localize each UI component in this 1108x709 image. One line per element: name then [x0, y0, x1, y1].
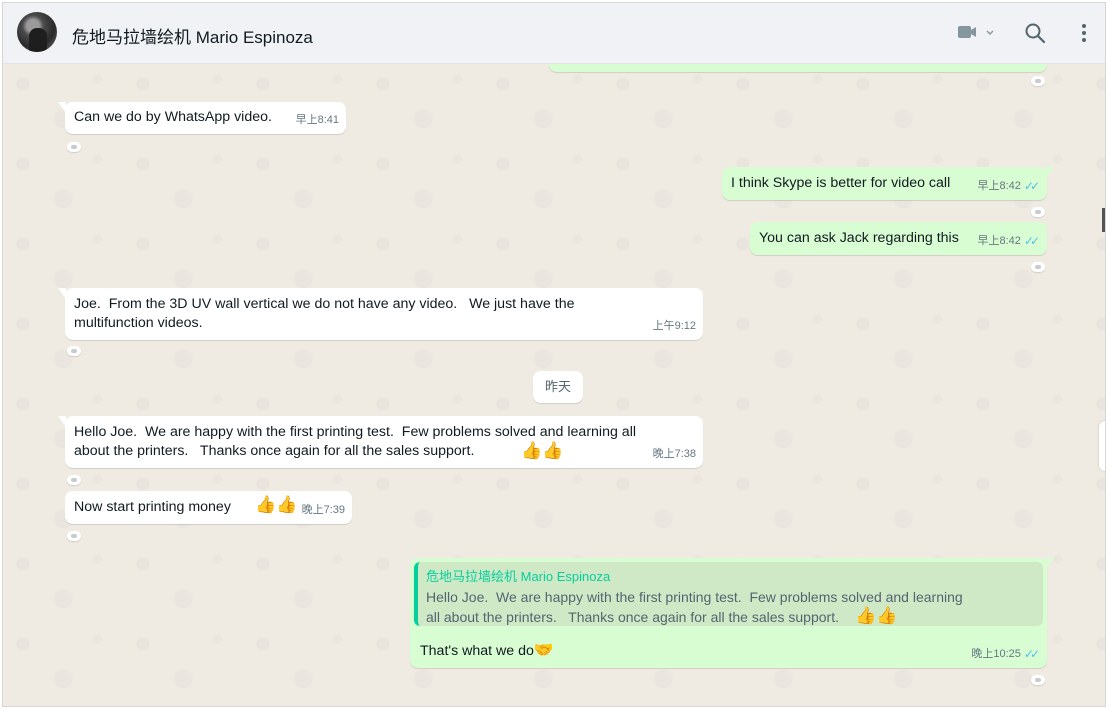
message-text: I think Skype is better for video call [731, 175, 951, 191]
thumbs-up-icon: 👍👍 [521, 441, 564, 461]
handshake-icon: 🤝 [533, 640, 554, 659]
message-time: 晚上7:38 [652, 448, 696, 460]
reaction-placeholder[interactable] [67, 475, 81, 485]
chat-title[interactable]: 危地马拉墙绘机 Mario Espinoza [72, 23, 313, 48]
reaction-placeholder[interactable] [1031, 207, 1045, 217]
message-text: Can we do by WhatsApp video. [74, 109, 272, 125]
date-divider: 昨天 [533, 371, 583, 403]
menu-icon[interactable] [1074, 21, 1094, 50]
quoted-text: Hello Joe. We are happy with the first p… [426, 589, 963, 625]
read-ticks-icon: ✓✓ [1023, 179, 1040, 193]
incoming-message[interactable]: Joe. From the 3D UV wall vertical we do … [58, 288, 703, 340]
avatar[interactable] [17, 12, 57, 52]
reaction-placeholder[interactable] [1031, 76, 1045, 86]
reaction-placeholder[interactable] [1031, 262, 1045, 272]
read-ticks-icon: ✓✓ [1023, 234, 1040, 248]
message-meta: 晚上10:25 ✓✓ [971, 645, 1040, 664]
scrollbar-thumb[interactable] [1102, 208, 1105, 232]
message-text: Joe. From the 3D UV wall vertical we do … [74, 296, 575, 331]
message-time: 早上8:42 [977, 180, 1021, 192]
chat-header: 危地马拉墙绘机 Mario Espinoza [3, 3, 1105, 64]
reaction-placeholder[interactable] [67, 531, 81, 541]
reaction-placeholder[interactable] [1031, 675, 1045, 685]
search-icon[interactable] [1023, 21, 1047, 50]
message-text: Now start printing money [74, 499, 231, 515]
outgoing-message[interactable]: I think Skype is better for video call 早… [722, 167, 1054, 200]
whatsapp-window: 危地马拉墙绘机 Mario Espinoza Can we do by What… [2, 2, 1106, 707]
side-panel-handle[interactable] [1099, 421, 1105, 471]
thumbs-up-icon: 👍👍 [255, 495, 298, 515]
reply-body: That's what we do🤝 [420, 640, 554, 661]
outgoing-reply-message[interactable]: 危地马拉墙绘机 Mario Espinoza Hello Joe. We are… [410, 558, 1054, 668]
outgoing-message[interactable]: You can ask Jack regarding this 早上8:42 ✓… [750, 222, 1047, 255]
message-time: 晚上10:25 [971, 648, 1021, 660]
message-text: You can ask Jack regarding this [759, 230, 959, 246]
reaction-placeholder[interactable] [67, 142, 81, 152]
message-bubble-partial [549, 64, 1047, 72]
incoming-message[interactable]: Now start printing money 👍👍 晚上7:39 [65, 491, 352, 524]
read-ticks-icon: ✓✓ [1023, 647, 1040, 661]
message-time: 上午9:12 [652, 320, 696, 332]
conversation-panel[interactable]: Can we do by WhatsApp video. 早上8:41 I th… [3, 64, 1105, 706]
incoming-message[interactable]: Can we do by WhatsApp video. 早上8:41 [58, 102, 346, 134]
message-time: 晚上7:39 [301, 504, 345, 516]
message-time: 早上8:42 [977, 235, 1021, 247]
quoted-message[interactable]: 危地马拉墙绘机 Mario Espinoza Hello Joe. We are… [414, 562, 1043, 626]
quoted-author: 危地马拉墙绘机 Mario Espinoza [426, 569, 611, 584]
thumbs-up-icon: 👍👍 [855, 606, 898, 626]
message-time: 早上8:41 [295, 114, 339, 126]
video-call-icon[interactable] [956, 21, 996, 50]
message-meta: 早上8:42 ✓✓ [977, 232, 1040, 251]
message-meta: 早上8:42 ✓✓ [977, 177, 1040, 196]
reaction-placeholder[interactable] [67, 346, 81, 356]
incoming-message[interactable]: Hello Joe. We are happy with the first p… [58, 416, 703, 468]
message-text: That's what we do [420, 643, 534, 659]
